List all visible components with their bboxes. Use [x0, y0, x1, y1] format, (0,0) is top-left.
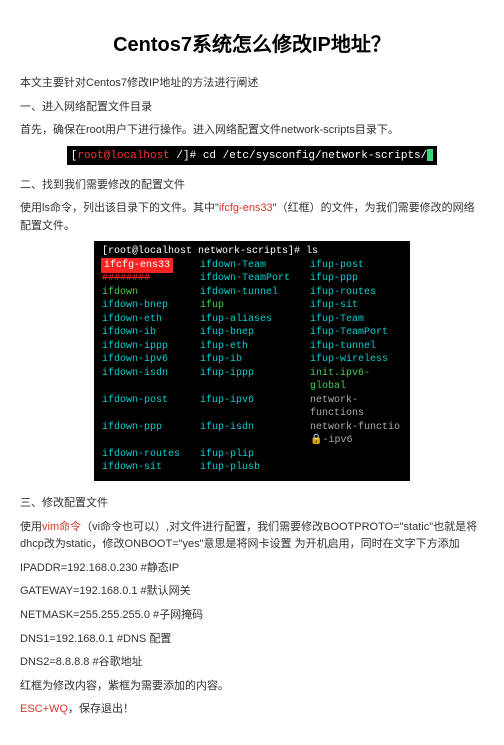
- ls-c: ifdown-ipv6: [102, 353, 200, 367]
- ls-c: ifup-ippp: [200, 367, 310, 394]
- terminal-2: [root@localhost network-scripts]# ls ifc…: [94, 241, 410, 481]
- ls-c: ifup-plusb: [200, 461, 310, 475]
- cfg-mask: NETMASK=255.255.255.0 #子网掩码: [20, 607, 484, 625]
- ls-c: [310, 448, 402, 462]
- s3-vim: vim命令: [42, 521, 81, 533]
- s3-a: 使用: [20, 521, 42, 533]
- cfg-gw: GATEWAY=192.168.0.1 #默认网关: [20, 583, 484, 601]
- ls-c: ifup-aliases: [200, 313, 310, 327]
- section-2-heading: 二、找到我们需要修改的配置文件: [20, 177, 484, 195]
- terminal-2-wrap: [root@localhost network-scripts]# ls ifc…: [20, 241, 484, 481]
- ls-c: ifdown-sit: [102, 461, 200, 475]
- ls-c: ifup-tunnel: [310, 340, 402, 354]
- ls-c: network-functions: [310, 394, 402, 421]
- ls-c: ifdown: [102, 286, 200, 300]
- ls-c: ifup-sit: [310, 299, 402, 313]
- page-title: Centos7系统怎么修改IP地址？: [20, 28, 484, 57]
- ls-c: ifdown-ib: [102, 326, 200, 340]
- ls-c: ifdown-ippp: [102, 340, 200, 354]
- ls-c: ifup-TeamPort: [310, 326, 402, 340]
- ls-c: ifup-eth: [200, 340, 310, 354]
- s2-ifcfg: ifcfg-ens33: [219, 202, 273, 214]
- section-1-text: 首先，确保在root用户下进行操作。进入网络配置文件network-script…: [20, 122, 484, 140]
- ls-c: ifup: [200, 299, 310, 313]
- esc-a: ESC: [20, 703, 43, 715]
- ls-c: ifdown-TeamPort: [200, 272, 310, 286]
- cfg-dns2: DNS2=8.8.8.8 #谷歌地址: [20, 654, 484, 672]
- cfg-note: 红框为修改内容，紫框为需要添加的内容。: [20, 678, 484, 696]
- ls-c: ifup-Team: [310, 313, 402, 327]
- ls-c: ifup-ppp: [310, 272, 402, 286]
- ls-ifcfg-highlight: ifcfg-ens33: [102, 259, 172, 273]
- cfg-dns1: DNS1=192.168.0.1 #DNS 配置: [20, 631, 484, 649]
- term1-hash: ]#: [183, 150, 203, 162]
- ls-c: ifup-plip: [200, 448, 310, 462]
- section-2-text: 使用ls命令，列出该目录下的文件。其中"ifcfg-ens33"（红框）的文件，…: [20, 200, 484, 235]
- ls-c: ifdown-ppp: [102, 421, 200, 448]
- ls-c: ifdown-isdn: [102, 367, 200, 394]
- ls-cmd: ls: [306, 246, 318, 257]
- ls-c: ifup-wireless: [310, 353, 402, 367]
- ls-c: ifup-post: [310, 259, 402, 273]
- esc-c: ，保存退出！: [68, 703, 134, 715]
- ls-c: ifdown-tunnel: [200, 286, 310, 300]
- intro-text: 本文主要针对Centos7修改IP地址的方法进行阐述: [20, 75, 484, 93]
- term1-tilde: /: [176, 150, 183, 162]
- ls-c: ifdown-eth: [102, 313, 200, 327]
- term1-cursor: [427, 149, 433, 161]
- ls-prompt: [root@localhost network-scripts]#: [102, 246, 306, 257]
- ls-struck: ########: [102, 273, 150, 284]
- ls-c: network-functio🔒-ipv6: [310, 421, 402, 448]
- ls-c: ifup-ipv6: [200, 394, 310, 421]
- ls-c: init.ipv6-global: [310, 367, 402, 394]
- ls-c: ifup-bnep: [200, 326, 310, 340]
- cfg-esc: ESC+WQ，保存退出！: [20, 701, 484, 719]
- terminal-1: [root@localhost /]# cd /etc/sysconfig/ne…: [67, 146, 438, 165]
- ls-c: ifup-ib: [200, 353, 310, 367]
- esc-b: +WQ: [43, 703, 68, 715]
- ls-c: ifdown-post: [102, 394, 200, 421]
- ls-c: ifdown-routes: [102, 448, 200, 462]
- section-1-heading: 一、进入网络配置文件目录: [20, 99, 484, 117]
- term1-user: root@localhost: [77, 150, 176, 162]
- s3-b: （vi命令也可以）,对文件进行配置，我们需要修改BOOTPROTO="stati…: [20, 521, 477, 551]
- cfg-ip: IPADDR=192.168.0.230 #静态IP: [20, 560, 484, 578]
- term1-cmd: cd /etc/sysconfig/network-scripts/: [203, 150, 427, 162]
- s2-text-a: 使用ls命令，列出该目录下的文件。其中": [20, 202, 219, 214]
- ls-c: ifup-isdn: [200, 421, 310, 448]
- section-3-line1: 使用vim命令（vi命令也可以）,对文件进行配置，我们需要修改BOOTPROTO…: [20, 519, 484, 554]
- section-3-heading: 三、修改配置文件: [20, 495, 484, 513]
- ls-c: ifup-routes: [310, 286, 402, 300]
- ls-c: ifdown-Team: [200, 259, 310, 273]
- ls-c: [310, 461, 402, 475]
- terminal-1-wrap: [root@localhost /]# cd /etc/sysconfig/ne…: [20, 146, 484, 165]
- ls-c: ifdown-bnep: [102, 299, 200, 313]
